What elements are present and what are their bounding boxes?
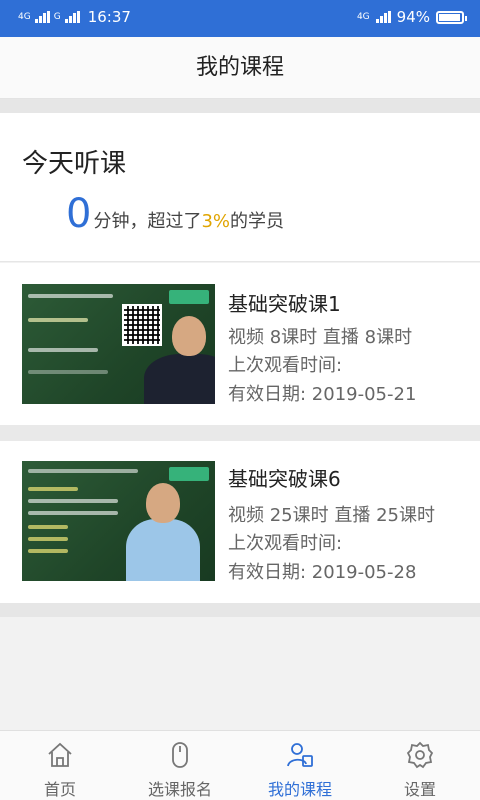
network-type-right: 4G: [356, 11, 370, 22]
board-text-line: [28, 469, 138, 473]
signal-icon-1: [34, 11, 50, 23]
status-time: 16:37: [87, 8, 131, 26]
status-right: 4G 94%: [356, 8, 467, 26]
tab-settings[interactable]: 设置: [360, 731, 480, 800]
today-minutes-value: 0: [66, 191, 92, 237]
board-text-line: [28, 537, 68, 541]
today-percent: 3%: [201, 211, 231, 232]
today-suffix: 的学员: [230, 211, 285, 232]
today-title: 今天听课: [22, 149, 127, 179]
section-divider: [0, 425, 480, 441]
status-bar: 4G G 16:37 4G 94%: [0, 0, 480, 37]
battery-icon: [436, 10, 467, 24]
board-text-line: [28, 294, 113, 298]
course-hours: 视频 8课时 直播 8课时: [228, 327, 413, 348]
qr-code-icon: [122, 304, 162, 346]
tab-course-signup[interactable]: 选课报名: [120, 731, 240, 800]
board-text-line: [28, 499, 118, 503]
course-hours: 视频 25课时 直播 25课时: [228, 505, 435, 526]
page-title: 我的课程: [195, 55, 284, 80]
home-icon: [45, 740, 75, 774]
battery-percent: 94%: [396, 8, 430, 26]
board-text-line: [28, 549, 68, 553]
logo-icon: [169, 467, 209, 481]
tab-label: 选课报名: [147, 780, 212, 799]
course-card[interactable]: 基础突破课6 视频 25课时 直播 25课时 上次观看时间: 有效日期: 201…: [0, 441, 480, 603]
course-title: 基础突破课6: [228, 467, 341, 491]
course-card[interactable]: 基础突破课1 视频 8课时 直播 8课时 上次观看时间: 有效日期: 2019-…: [0, 263, 480, 425]
today-minutes-unit: 分钟，超过了: [93, 211, 202, 232]
tab-label: 首页: [43, 780, 76, 799]
section-divider: [0, 99, 480, 113]
board-text-line: [28, 370, 108, 374]
teacher-head: [146, 483, 180, 523]
section-divider: [0, 603, 480, 617]
mouse-icon: [165, 740, 195, 774]
course-last-watched: 上次观看时间:: [228, 533, 343, 554]
board-text-line: [28, 511, 118, 515]
bottom-tab-bar: 首页 选课报名 我的课程 设置: [0, 730, 480, 800]
gear-icon: [405, 740, 435, 774]
nav-bar: 我的课程: [0, 37, 480, 99]
teacher-head: [172, 316, 206, 356]
tab-label: 我的课程: [267, 780, 332, 799]
board-text-line: [28, 487, 78, 491]
user-book-icon: [285, 740, 315, 774]
teacher-figure: [126, 519, 200, 581]
board-text-line: [28, 318, 88, 322]
course-thumbnail: [22, 284, 215, 404]
status-left: 4G G 16:37: [18, 8, 131, 26]
signal-icon-2: [64, 11, 80, 23]
tab-label: 设置: [403, 780, 436, 799]
board-text-line: [28, 525, 68, 529]
teacher-figure: [144, 354, 215, 404]
board-text-line: [28, 348, 98, 352]
course-thumbnail: [22, 461, 215, 581]
signal-icon-3: [375, 11, 391, 23]
course-valid-until: 有效日期: 2019-05-21: [228, 384, 417, 405]
course-title: 基础突破课1: [228, 292, 341, 316]
course-valid-until: 有效日期: 2019-05-28: [228, 562, 417, 583]
today-listening-card: 今天听课 0 分钟，超过了 3% 的学员: [0, 113, 480, 262]
tab-my-courses[interactable]: 我的课程: [240, 731, 360, 800]
course-last-watched: 上次观看时间:: [228, 355, 343, 376]
logo-icon: [169, 290, 209, 304]
tab-home[interactable]: 首页: [0, 731, 120, 800]
today-stat: 0 分钟，超过了 3% 的学员: [66, 191, 284, 237]
network-type-2: G: [53, 11, 61, 22]
network-type-1: 4G: [18, 11, 31, 22]
